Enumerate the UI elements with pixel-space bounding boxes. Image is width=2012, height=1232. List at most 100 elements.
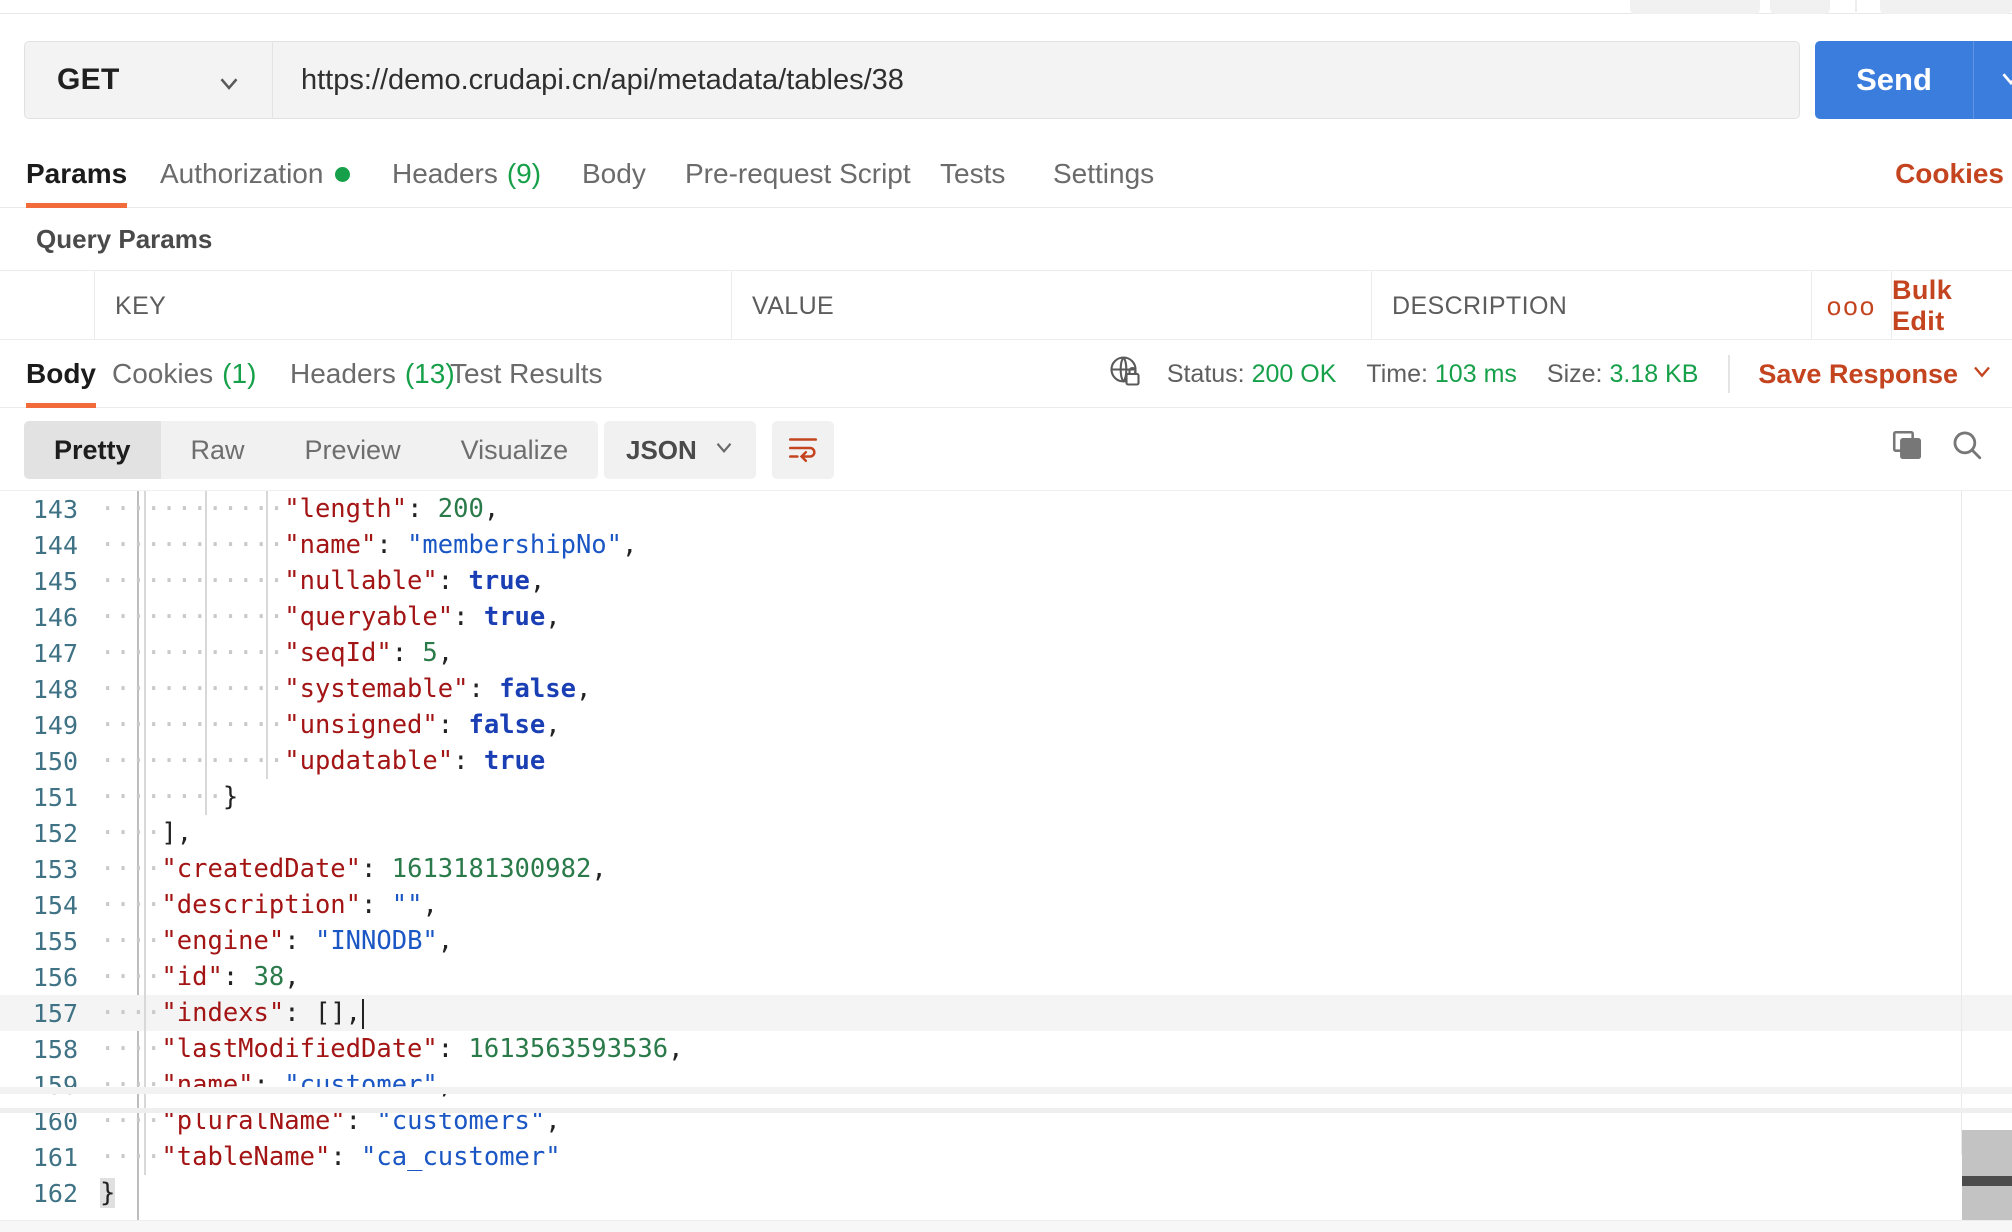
code-token: 1613181300982 <box>392 854 592 884</box>
code-token: , <box>622 530 637 560</box>
code-line[interactable]: 153····"createdDate": 1613181300982, <box>0 851 2012 887</box>
request-tab-label: Pre-request Script <box>685 158 911 190</box>
code-token: , <box>545 602 560 632</box>
response-tab-cookies[interactable]: Cookies (1) <box>112 340 256 408</box>
response-time: Time: 103 ms <box>1366 360 1517 389</box>
vertical-scrollbar[interactable] <box>1962 1130 2012 1220</box>
response-tab-body[interactable]: Body <box>26 340 96 408</box>
chevron-down-icon <box>214 68 244 103</box>
request-tab-tests[interactable]: Tests <box>940 140 1005 208</box>
column-header-label: VALUE <box>752 292 834 321</box>
code-token: } <box>223 782 238 812</box>
save-response-label: Save Response <box>1758 359 1958 389</box>
code-token: true <box>484 746 545 776</box>
code-token: , <box>668 1034 683 1064</box>
send-options-button[interactable] <box>1973 41 2012 119</box>
body-view-pretty[interactable]: Pretty <box>24 421 161 479</box>
request-tab-label: Headers <box>392 158 498 190</box>
body-view-label: Raw <box>191 435 245 466</box>
response-tab-label: Body <box>26 358 96 390</box>
code-token: 1613563593536 <box>468 1034 668 1064</box>
body-view-visualize[interactable]: Visualize <box>431 421 599 479</box>
response-tab-headers[interactable]: Headers (13) <box>290 340 455 408</box>
http-method-selector[interactable]: GET <box>24 41 272 119</box>
query-params-col-value: VALUE <box>732 271 1372 341</box>
code-line[interactable]: 154····"description": "", <box>0 887 2012 923</box>
request-tab-settings[interactable]: Settings <box>1053 140 1154 208</box>
send-button[interactable]: Send <box>1815 41 1973 119</box>
response-tab-test-results[interactable]: Test Results <box>450 340 603 408</box>
code-line[interactable]: 156····"id": 38, <box>0 959 2012 995</box>
request-url-input[interactable]: https://demo.crudapi.cn/api/metadata/tab… <box>272 41 1800 119</box>
request-tab-pre-request-script[interactable]: Pre-request Script <box>685 140 911 208</box>
code-line[interactable]: 151········} <box>0 779 2012 815</box>
line-number: 158 <box>0 1035 100 1064</box>
code-line[interactable]: 157····"indexs": [], <box>0 995 2012 1031</box>
request-tab-headers[interactable]: Headers (9) <box>392 140 541 208</box>
vertical-scrollbar-thumb[interactable] <box>1962 1176 2012 1186</box>
code-line[interactable]: 159····"name": "customer", <box>0 1067 2012 1103</box>
code-line[interactable]: 158····"lastModifiedDate": 1613563593536… <box>0 1031 2012 1067</box>
request-tab-authorization[interactable]: Authorization <box>160 140 350 208</box>
code-token: , <box>438 638 453 668</box>
body-tool-icons <box>1890 428 1990 467</box>
query-params-more-options-button[interactable]: ooo <box>1812 271 1892 341</box>
code-line-list: 143············"length": 200,144········… <box>0 491 2012 1211</box>
code-line[interactable]: 145············"nullable": true, <box>0 563 2012 599</box>
request-tab-label: Settings <box>1053 158 1154 190</box>
word-wrap-toggle[interactable] <box>772 421 834 479</box>
code-token: "unsigned" <box>284 710 438 740</box>
code-token: "engine" <box>161 926 284 956</box>
text-cursor <box>362 999 364 1029</box>
code-line[interactable]: 146············"queryable": true, <box>0 599 2012 635</box>
body-view-raw[interactable]: Raw <box>161 421 275 479</box>
code-token: false <box>468 710 545 740</box>
ghost-button-3[interactable] <box>1880 0 2012 14</box>
ghost-button-1[interactable] <box>1630 0 1760 14</box>
whitespace-markers: ···· <box>100 1034 161 1064</box>
globe-lock-icon[interactable] <box>1107 353 1143 396</box>
line-number: 149 <box>0 711 100 740</box>
code-line[interactable]: 161····"tableName": "ca_customer" <box>0 1139 2012 1175</box>
code-area-right-border <box>1961 490 1962 1155</box>
code-token: } <box>100 1178 115 1208</box>
code-line[interactable]: 148············"systemable": false, <box>0 671 2012 707</box>
request-tab-body[interactable]: Body <box>582 140 646 208</box>
search-icon[interactable] <box>1950 428 1984 467</box>
body-format-selector[interactable]: JSON <box>604 421 756 479</box>
code-line[interactable]: 147············"seqId": 5, <box>0 635 2012 671</box>
code-line[interactable]: 150············"updatable": true <box>0 743 2012 779</box>
response-tab-label: Headers <box>290 358 396 390</box>
auth-status-dot-icon <box>335 167 350 182</box>
code-line-text: ····"lastModifiedDate": 1613563593536, <box>100 1034 683 1064</box>
bulk-edit-button[interactable]: Bulk Edit <box>1892 271 2012 341</box>
chevron-down-icon[interactable] <box>1968 357 1996 392</box>
code-line-text: ····"name": "customer", <box>100 1070 453 1100</box>
query-params-table-header: KEY VALUE DESCRIPTION ooo Bulk Edit <box>0 270 2012 340</box>
code-token: "updatable" <box>284 746 453 776</box>
body-view-preview[interactable]: Preview <box>275 421 431 479</box>
code-line[interactable]: 149············"unsigned": false, <box>0 707 2012 743</box>
whitespace-markers: ···· <box>100 854 161 884</box>
code-token: "queryable" <box>284 602 453 632</box>
code-token: "" <box>392 890 423 920</box>
line-number: 147 <box>0 639 100 668</box>
response-body-code-viewer[interactable]: 143············"length": 200,144········… <box>0 490 2012 1232</box>
code-token: , <box>591 854 606 884</box>
save-response-button[interactable]: Save Response <box>1758 359 1958 390</box>
code-token: : <box>392 638 423 668</box>
code-token: "lastModifiedDate" <box>161 1034 437 1064</box>
code-line[interactable]: 162} <box>0 1175 2012 1211</box>
request-tab-params[interactable]: Params <box>26 140 127 208</box>
code-line[interactable]: 143············"length": 200, <box>0 491 2012 527</box>
code-line[interactable]: 152····], <box>0 815 2012 851</box>
code-token: false <box>499 674 576 704</box>
body-view-label: Visualize <box>461 435 569 466</box>
code-line[interactable]: 155····"engine": "INNODB", <box>0 923 2012 959</box>
copy-icon[interactable] <box>1890 428 1924 467</box>
cookies-link[interactable]: Cookies <box>1895 140 2012 208</box>
time-label: Time: <box>1366 360 1428 388</box>
ghost-button-2[interactable] <box>1770 0 1830 14</box>
code-line[interactable]: 144············"name": "membershipNo", <box>0 527 2012 563</box>
chevron-down-icon <box>711 434 737 467</box>
